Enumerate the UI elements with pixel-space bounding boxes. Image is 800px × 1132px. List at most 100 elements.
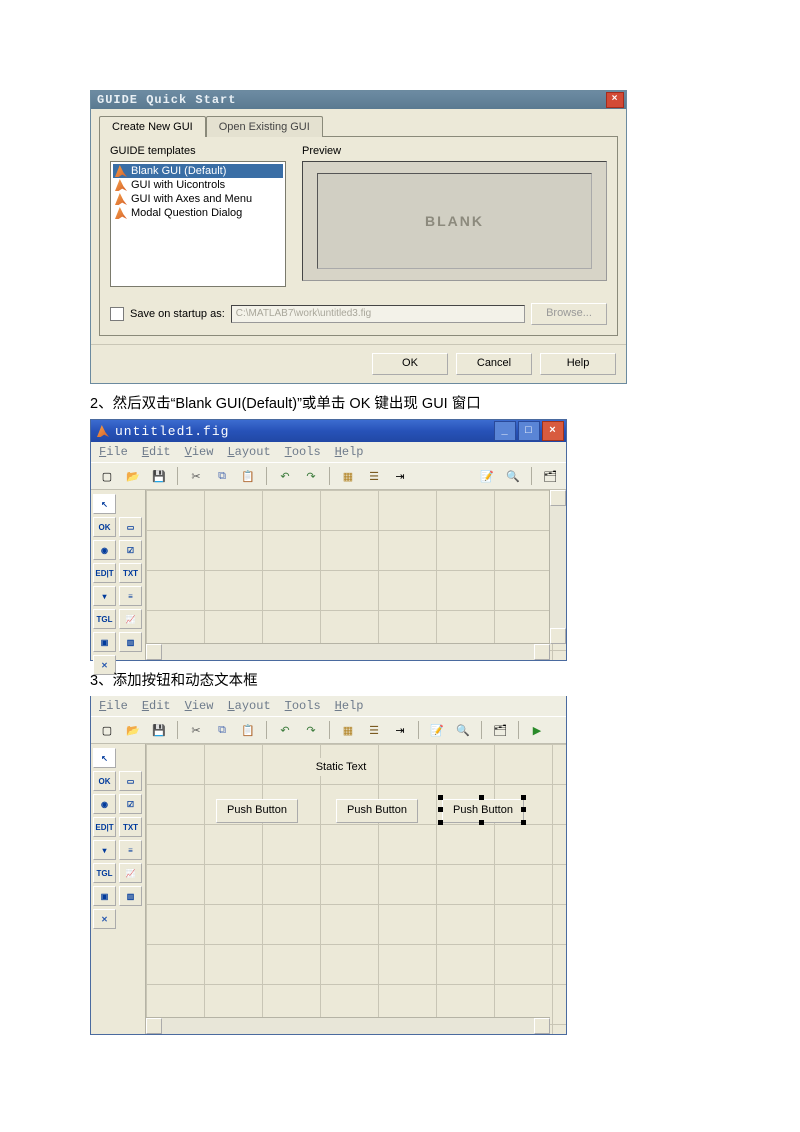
maximize-icon[interactable]: □ <box>518 421 540 441</box>
menu-view[interactable]: View <box>185 699 214 713</box>
tool-open-icon[interactable]: 📂 <box>121 465 145 487</box>
tool-menueditor-icon[interactable]: ☰ <box>362 719 386 741</box>
close-icon[interactable]: × <box>606 92 624 108</box>
canvas-area[interactable] <box>146 490 566 660</box>
tool-cut-icon[interactable]: ✂ <box>184 465 208 487</box>
palette-buttongroup-icon[interactable]: ▥ <box>119 632 142 652</box>
tool-mfile-icon[interactable]: 📝 <box>425 719 449 741</box>
menu-file[interactable]: File <box>99 699 128 713</box>
palette-axes-icon[interactable]: 📈 <box>119 863 142 883</box>
palette-slider-icon[interactable]: ▭ <box>119 517 142 537</box>
templates-listbox[interactable]: Blank GUI (Default) GUI with Uicontrols … <box>110 161 286 287</box>
tool-align-icon[interactable]: ▦ <box>336 719 360 741</box>
menu-layout[interactable]: Layout <box>227 699 270 713</box>
palette-edit-icon[interactable]: ED|T <box>93 563 116 583</box>
palette-pushbutton-icon[interactable]: OK <box>93 517 116 537</box>
resize-handle[interactable] <box>479 795 484 800</box>
vertical-scrollbar[interactable] <box>549 490 566 644</box>
palette-listbox-icon[interactable]: ≡ <box>119 586 142 606</box>
tab-open-existing-gui[interactable]: Open Existing GUI <box>206 116 323 137</box>
tool-save-icon[interactable]: 💾 <box>147 465 171 487</box>
palette-toggle-icon[interactable]: TGL <box>93 609 116 629</box>
tool-menueditor-icon[interactable]: ☰ <box>362 465 386 487</box>
push-button-2[interactable]: Push Button <box>336 799 418 823</box>
menu-help[interactable]: Help <box>335 699 364 713</box>
horizontal-scrollbar[interactable] <box>146 1017 550 1034</box>
tab-create-new-gui[interactable]: Create New GUI <box>99 116 206 137</box>
tool-taborder-icon[interactable]: ⇥ <box>388 465 412 487</box>
tool-new-icon[interactable]: ▢ <box>95 719 119 741</box>
palette-text-icon[interactable]: TXT <box>119 563 142 583</box>
tool-save-icon[interactable]: 💾 <box>147 719 171 741</box>
tool-open-icon[interactable]: 📂 <box>121 719 145 741</box>
menu-edit[interactable]: Edit <box>142 445 171 459</box>
static-text-control[interactable]: Static Text <box>306 758 376 776</box>
cancel-button[interactable]: Cancel <box>456 353 532 375</box>
palette-slider-icon[interactable]: ▭ <box>119 771 142 791</box>
tool-redo-icon[interactable]: ↷ <box>299 465 323 487</box>
menu-view[interactable]: View <box>185 445 214 459</box>
palette-edit-icon[interactable]: ED|T <box>93 817 116 837</box>
tool-copy-icon[interactable]: ⧉ <box>210 719 234 741</box>
minimize-icon[interactable]: _ <box>494 421 516 441</box>
ok-button[interactable]: OK <box>372 353 448 375</box>
template-item-uicontrols[interactable]: GUI with Uicontrols <box>113 178 283 192</box>
tool-inspector-icon[interactable]: 🔍 <box>451 719 475 741</box>
resize-handle[interactable] <box>479 820 484 825</box>
close-icon[interactable]: × <box>542 421 564 441</box>
tool-undo-icon[interactable]: ↶ <box>273 465 297 487</box>
tool-undo-icon[interactable]: ↶ <box>273 719 297 741</box>
menu-edit[interactable]: Edit <box>142 699 171 713</box>
browse-button[interactable]: Browse... <box>531 303 607 325</box>
tool-mfile-icon[interactable]: 📝 <box>475 465 499 487</box>
palette-activex-icon[interactable]: ✕ <box>93 909 116 929</box>
template-item-axes[interactable]: GUI with Axes and Menu <box>113 192 283 206</box>
resize-handle[interactable] <box>521 795 526 800</box>
tool-objectbrowser-icon[interactable]: 🗂 <box>488 719 512 741</box>
template-item-blank[interactable]: Blank GUI (Default) <box>113 164 283 178</box>
resize-handle[interactable] <box>438 820 443 825</box>
palette-pushbutton-icon[interactable]: OK <box>93 771 116 791</box>
menu-layout[interactable]: Layout <box>227 445 270 459</box>
palette-select-icon[interactable]: ↖ <box>93 748 116 768</box>
horizontal-scrollbar[interactable] <box>146 643 550 660</box>
palette-panel-icon[interactable]: ▣ <box>93 886 116 906</box>
palette-checkbox-icon[interactable]: ☑ <box>119 794 142 814</box>
push-button-3-selected[interactable]: Push Button <box>440 797 524 823</box>
tool-redo-icon[interactable]: ↷ <box>299 719 323 741</box>
tool-taborder-icon[interactable]: ⇥ <box>388 719 412 741</box>
tool-copy-icon[interactable]: ⧉ <box>210 465 234 487</box>
palette-popup-icon[interactable]: ▾ <box>93 840 116 860</box>
palette-panel-icon[interactable]: ▣ <box>93 632 116 652</box>
tool-paste-icon[interactable]: 📋 <box>236 465 260 487</box>
save-checkbox[interactable] <box>110 307 124 321</box>
tool-run-icon[interactable]: ▶ <box>525 719 549 741</box>
resize-handle[interactable] <box>521 807 526 812</box>
save-path-input[interactable]: C:\MATLAB7\work\untitled3.fig <box>231 305 525 323</box>
tool-inspector-icon[interactable]: 🔍 <box>501 465 525 487</box>
tool-new-icon[interactable]: ▢ <box>95 465 119 487</box>
resize-handle[interactable] <box>438 795 443 800</box>
template-item-modal[interactable]: Modal Question Dialog <box>113 206 283 220</box>
help-button[interactable]: Help <box>540 353 616 375</box>
canvas-area[interactable]: Static Text Push Button Push Button Push… <box>146 744 566 1034</box>
menu-tools[interactable]: Tools <box>285 699 321 713</box>
palette-popup-icon[interactable]: ▾ <box>93 586 116 606</box>
tool-objectbrowser-icon[interactable]: 🗂 <box>538 465 562 487</box>
menu-help[interactable]: Help <box>335 445 364 459</box>
palette-buttongroup-icon[interactable]: ▥ <box>119 886 142 906</box>
push-button-1[interactable]: Push Button <box>216 799 298 823</box>
tool-align-icon[interactable]: ▦ <box>336 465 360 487</box>
resize-handle[interactable] <box>521 820 526 825</box>
palette-select-icon[interactable]: ↖ <box>93 494 116 514</box>
palette-radio-icon[interactable]: ◉ <box>93 794 116 814</box>
menu-tools[interactable]: Tools <box>285 445 321 459</box>
palette-axes-icon[interactable]: 📈 <box>119 609 142 629</box>
palette-checkbox-icon[interactable]: ☑ <box>119 540 142 560</box>
tool-cut-icon[interactable]: ✂ <box>184 719 208 741</box>
resize-handle[interactable] <box>438 807 443 812</box>
palette-toggle-icon[interactable]: TGL <box>93 863 116 883</box>
palette-listbox-icon[interactable]: ≡ <box>119 840 142 860</box>
menu-file[interactable]: File <box>99 445 128 459</box>
palette-text-icon[interactable]: TXT <box>119 817 142 837</box>
